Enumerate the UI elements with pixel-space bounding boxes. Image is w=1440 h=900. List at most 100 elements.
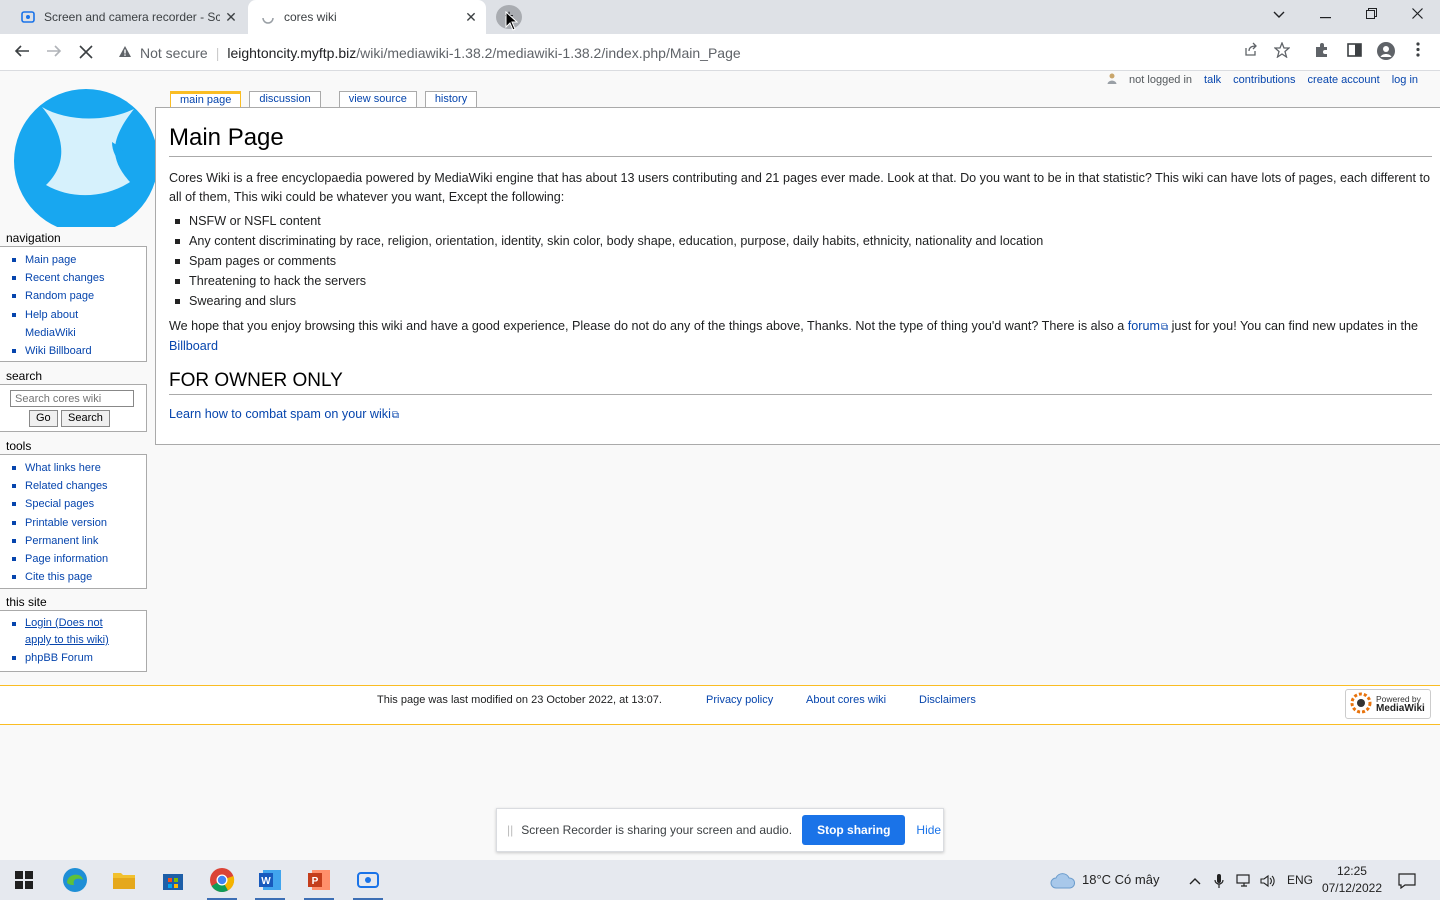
tab-main-page[interactable]: main page bbox=[170, 91, 242, 108]
forward-arrow-icon[interactable] bbox=[42, 41, 66, 65]
disclaimers-link[interactable]: Disclaimers bbox=[919, 694, 976, 706]
powered-by-mediawiki-badge[interactable]: Powered by MediaWiki bbox=[1345, 689, 1431, 719]
close-tab-icon[interactable]: ✕ bbox=[460, 9, 482, 26]
wiki-page: not logged in talk contributions create … bbox=[0, 71, 1440, 860]
sidebar-item-random-page[interactable]: Random page bbox=[12, 287, 146, 305]
list-item: Any content discriminating by race, reli… bbox=[175, 231, 1432, 251]
bookmark-star-icon[interactable] bbox=[1271, 41, 1293, 64]
go-button[interactable]: Go bbox=[29, 410, 58, 427]
minimize-window-icon[interactable] bbox=[1302, 0, 1348, 30]
close-tab-icon[interactable]: ✕ bbox=[220, 9, 242, 26]
tab-history[interactable]: history bbox=[424, 91, 478, 107]
svg-text:P: P bbox=[312, 876, 319, 887]
weather-cloud-icon[interactable] bbox=[1050, 860, 1076, 900]
browser-menu-icon[interactable] bbox=[1407, 42, 1429, 64]
close-window-icon[interactable] bbox=[1394, 0, 1440, 30]
sidebar-item-cite-this-page[interactable]: Cite this page bbox=[12, 568, 146, 586]
search-button[interactable]: Search bbox=[61, 410, 110, 427]
system-clock[interactable]: 12:25 07/12/2022 bbox=[1322, 863, 1382, 897]
security-label[interactable]: Not secure bbox=[140, 45, 208, 61]
mediawiki-label: MediaWiki bbox=[1376, 703, 1425, 714]
sidebar-item-printable-version[interactable]: Printable version bbox=[12, 514, 146, 532]
this-site-heading: this site bbox=[6, 595, 47, 609]
network-icon[interactable] bbox=[1236, 860, 1252, 900]
profile-avatar-icon[interactable] bbox=[1375, 42, 1397, 64]
volume-icon[interactable] bbox=[1260, 860, 1276, 900]
forum-link[interactable]: forum bbox=[1128, 319, 1168, 333]
log-in-link[interactable]: log in bbox=[1392, 74, 1418, 86]
tab-view-source[interactable]: view source bbox=[338, 91, 417, 107]
search-heading: search bbox=[6, 369, 43, 383]
word-icon[interactable]: W bbox=[251, 864, 289, 900]
personal-tools: not logged in talk contributions create … bbox=[1107, 73, 1418, 87]
windows-start-icon[interactable] bbox=[5, 864, 43, 896]
address-bar[interactable]: Not secure | leightoncity.myftp.biz/wiki… bbox=[108, 38, 1308, 67]
combat-spam-link[interactable]: Learn how to combat spam on your wiki bbox=[169, 407, 399, 421]
outro-paragraph: We hope that you enjoy browsing this wik… bbox=[169, 317, 1432, 356]
file-explorer-icon[interactable] bbox=[105, 864, 143, 896]
notifications-icon[interactable] bbox=[1398, 860, 1416, 900]
contributions-link[interactable]: contributions bbox=[1233, 74, 1295, 86]
screen-share-notification: || Screen Recorder is sharing your scree… bbox=[496, 808, 944, 852]
microphone-icon[interactable] bbox=[1214, 860, 1224, 900]
sidebar-item-page-information[interactable]: Page information bbox=[12, 550, 146, 568]
list-item: NSFW or NSFL content bbox=[175, 211, 1432, 231]
hide-button[interactable]: Hide bbox=[916, 823, 941, 837]
share-icon[interactable] bbox=[1239, 42, 1261, 64]
back-arrow-icon[interactable] bbox=[10, 41, 34, 65]
this-site-portlet: Login (Does not apply to this wiki) phpB… bbox=[0, 610, 147, 672]
restore-window-icon[interactable] bbox=[1348, 0, 1394, 30]
share-message: Screen Recorder is sharing your screen a… bbox=[521, 823, 793, 837]
privacy-policy-link[interactable]: Privacy policy bbox=[706, 694, 773, 706]
store-icon[interactable] bbox=[154, 864, 192, 896]
browser-tab-cores-wiki[interactable]: cores wiki ✕ bbox=[248, 0, 486, 34]
create-account-link[interactable]: create account bbox=[1308, 74, 1380, 86]
list-item: Threatening to hack the servers bbox=[175, 271, 1432, 291]
stop-loading-icon[interactable] bbox=[74, 41, 98, 65]
sidebar-item-related-changes[interactable]: Related changes bbox=[12, 477, 146, 495]
search-input[interactable] bbox=[10, 390, 134, 407]
navigation-portlet: Main page Recent changes Random page Hel… bbox=[0, 246, 147, 362]
sidebar-item-permanent-link[interactable]: Permanent link bbox=[12, 532, 146, 550]
list-item: Swearing and slurs bbox=[175, 291, 1432, 311]
browser-tab-recorder[interactable]: Screen and camera recorder - Sc ✕ bbox=[8, 0, 246, 34]
input-language[interactable]: ENG bbox=[1287, 860, 1313, 900]
address-separator: | bbox=[215, 44, 220, 61]
sidebar-item-recent-changes[interactable]: Recent changes bbox=[12, 269, 146, 287]
edge-browser-icon[interactable] bbox=[56, 864, 94, 896]
url-path: /wiki/mediawiki-1.38.2/mediawiki-1.38.2/… bbox=[356, 44, 741, 61]
tab-title: Screen and camera recorder - Sc bbox=[44, 10, 220, 24]
chrome-icon[interactable] bbox=[203, 864, 241, 900]
drag-handle-icon[interactable]: || bbox=[507, 823, 513, 837]
clock-date: 07/12/2022 bbox=[1321, 881, 1382, 895]
mouse-cursor-icon bbox=[505, 10, 519, 36]
sidebar-item-special-pages[interactable]: Special pages bbox=[12, 495, 146, 513]
side-panel-icon[interactable] bbox=[1343, 42, 1365, 64]
show-hidden-icons-chevron-icon[interactable] bbox=[1189, 860, 1201, 900]
powerpoint-icon[interactable]: P bbox=[300, 864, 338, 900]
browser-tab-bar: Screen and camera recorder - Sc ✕ cores … bbox=[0, 0, 1440, 34]
svg-text:W: W bbox=[261, 876, 271, 887]
recorder-favicon-icon bbox=[20, 9, 36, 25]
screen-recorder-icon[interactable] bbox=[349, 864, 387, 900]
extensions-puzzle-icon[interactable] bbox=[1311, 42, 1333, 64]
tools-portlet: What links here Related changes Special … bbox=[0, 454, 147, 589]
last-modified-text: This page was last modified on 23 Octobe… bbox=[377, 694, 662, 706]
sidebar-item-help[interactable]: Help about MediaWiki bbox=[12, 306, 92, 342]
list-item: Spam pages or comments bbox=[175, 251, 1432, 271]
tab-search-chevron-icon[interactable] bbox=[1256, 0, 1302, 30]
warning-triangle-icon[interactable] bbox=[118, 45, 132, 61]
tab-discussion[interactable]: discussion bbox=[249, 91, 321, 107]
billboard-link[interactable]: Billboard bbox=[169, 339, 218, 353]
weather-text[interactable]: 18°C Có mây bbox=[1082, 860, 1159, 900]
talk-link[interactable]: talk bbox=[1204, 74, 1221, 86]
stop-sharing-button[interactable]: Stop sharing bbox=[802, 815, 906, 845]
about-link[interactable]: About cores wiki bbox=[806, 694, 886, 706]
sidebar-item-main-page[interactable]: Main page bbox=[12, 251, 146, 269]
wiki-logo[interactable] bbox=[12, 87, 158, 233]
intro-paragraph: Cores Wiki is a free encyclopaedia power… bbox=[169, 171, 1431, 204]
sidebar-item-phpbb-forum[interactable]: phpBB Forum bbox=[12, 649, 146, 667]
sidebar-item-what-links-here[interactable]: What links here bbox=[12, 459, 146, 477]
sidebar-item-login[interactable]: Login (Does not apply to this wiki) bbox=[12, 615, 112, 649]
sidebar-item-wiki-billboard[interactable]: Wiki Billboard bbox=[12, 342, 146, 360]
